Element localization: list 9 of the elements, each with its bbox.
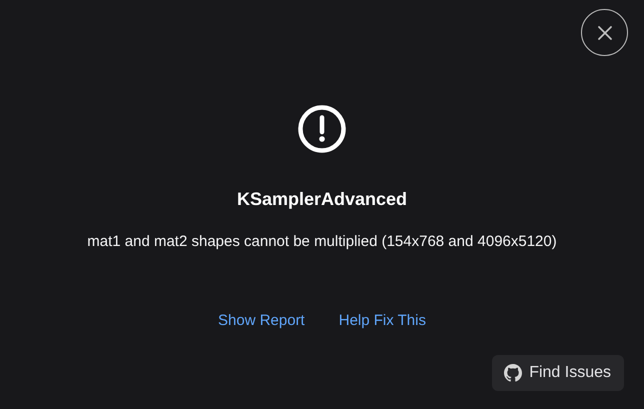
link[interactable]: Help Fix This [338, 311, 426, 331]
close-icon [596, 24, 614, 42]
link[interactable]: Show Report [218, 311, 305, 331]
find-issues-button[interactable]: Find Issues [492, 355, 624, 391]
warning-icon [297, 104, 347, 154]
error-title: KSamplerAdvanced [236, 188, 408, 210]
github-icon [504, 364, 522, 382]
close-button[interactable] [581, 9, 628, 56]
error-message: mat1 and mat2 shapes cannot be multiplied (154x768 and 4096x5120) [87, 232, 557, 252]
